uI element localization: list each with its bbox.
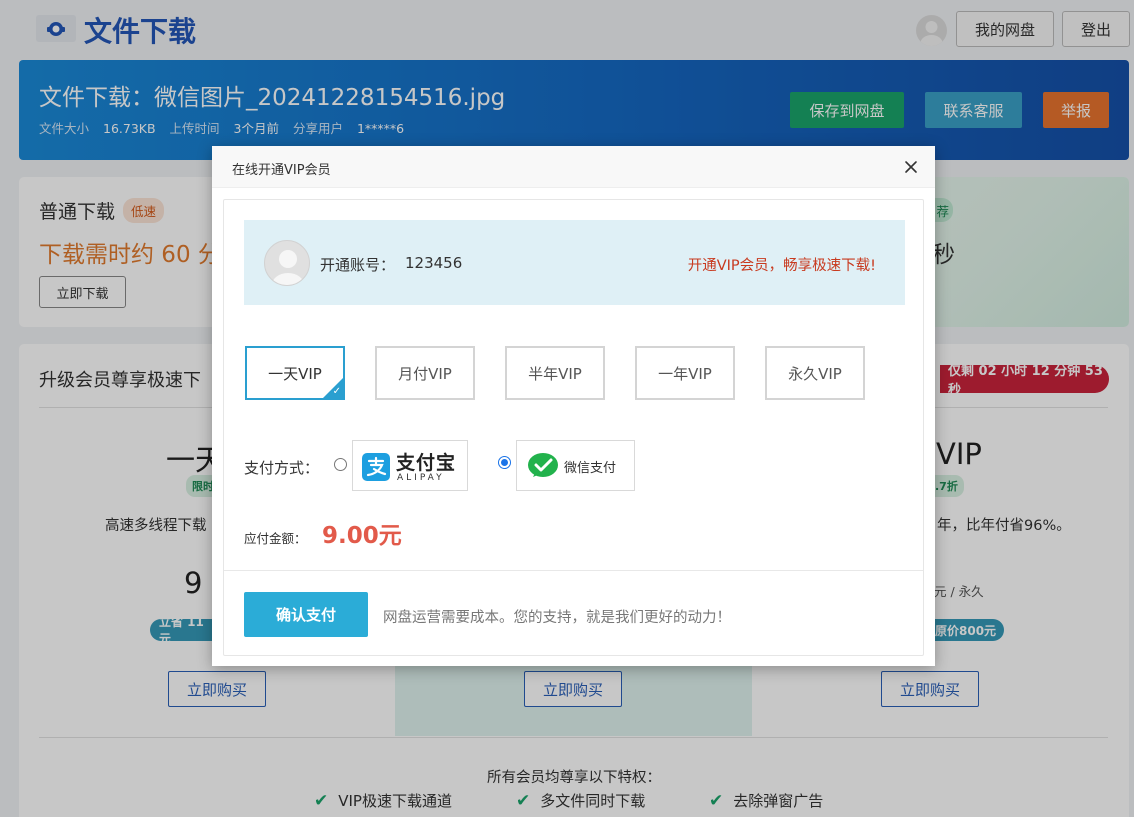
- wechat-icon: [527, 452, 559, 480]
- modal-title: 在线开通VIP会员: [232, 163, 331, 178]
- account-value: 123456: [405, 254, 463, 272]
- plan-option-label: 半年VIP: [528, 364, 582, 383]
- plan-option-day[interactable]: 一天VIP ✓: [245, 346, 345, 400]
- plan-option-label: 永久VIP: [788, 364, 842, 383]
- alipay-icon: [362, 453, 390, 481]
- vip-modal: 在线开通VIP会员 开通账号： 123456 开通VIP会员，畅享极速下载! 一…: [212, 146, 935, 666]
- alipay-label: 支付宝: [396, 452, 457, 474]
- wechat-pay-label: 微信支付: [564, 461, 617, 476]
- plan-option-label: 一天VIP: [268, 364, 322, 383]
- alipay-option[interactable]: 支付宝 ALIPAY: [352, 440, 468, 491]
- amount-value: 9.00元: [322, 523, 402, 549]
- account-label: 开通账号：: [320, 256, 396, 274]
- support-note: 网盘运营需要成本。您的支持，就是我们更好的动力！: [383, 610, 731, 626]
- close-icon[interactable]: [901, 157, 921, 177]
- plan-option-halfyear[interactable]: 半年VIP: [505, 346, 605, 400]
- alipay-radio[interactable]: [334, 458, 347, 471]
- plan-option-month[interactable]: 月付VIP: [375, 346, 475, 400]
- modal-header: 在线开通VIP会员: [212, 146, 935, 188]
- alipay-sublabel: ALIPAY: [397, 473, 445, 483]
- account-panel: 开通账号： 123456 开通VIP会员，畅享极速下载!: [244, 220, 905, 305]
- avatar-icon: [264, 240, 310, 286]
- plan-option-label: 一年VIP: [658, 364, 712, 383]
- plan-option-forever[interactable]: 永久VIP: [765, 346, 865, 400]
- plan-option-year[interactable]: 一年VIP: [635, 346, 735, 400]
- wechat-radio[interactable]: [498, 456, 511, 469]
- confirm-pay-button[interactable]: 确认支付: [244, 592, 368, 637]
- plan-option-label: 月付VIP: [398, 364, 452, 383]
- modal-body: 开通账号： 123456 开通VIP会员，畅享极速下载! 一天VIP ✓ 月付V…: [223, 199, 924, 656]
- wechat-pay-option[interactable]: 微信支付: [516, 440, 635, 491]
- vip-promo-text: 开通VIP会员，畅享极速下载!: [687, 258, 876, 274]
- check-icon: ✓: [332, 386, 341, 397]
- amount-label: 应付金额：: [244, 531, 307, 546]
- payment-method-label: 支付方式：: [244, 459, 320, 477]
- divider: [224, 570, 923, 571]
